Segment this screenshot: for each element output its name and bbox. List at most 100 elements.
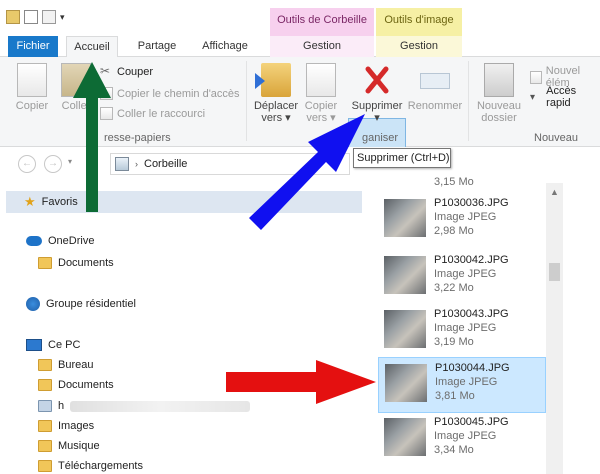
file-name: P1030044.JPG bbox=[435, 362, 510, 374]
delete-button[interactable]: Supprimer ▾ bbox=[348, 63, 406, 124]
navigation-pane: ★ Favoris OneDrive Documents Groupe rési… bbox=[0, 183, 364, 474]
new-folder-icon[interactable] bbox=[42, 10, 56, 24]
back-button[interactable]: ← bbox=[18, 155, 36, 173]
file-name: P1030036.JPG bbox=[434, 197, 509, 209]
breadcrumb-location[interactable]: Corbeille bbox=[144, 158, 187, 170]
sidebar-item-label: h bbox=[58, 400, 65, 412]
new-folder-label-2: dossier bbox=[481, 112, 517, 124]
sidebar-item-this-pc[interactable]: Ce PC bbox=[26, 339, 80, 351]
paste-shortcut-icon bbox=[100, 107, 113, 120]
forward-arrow-icon: → bbox=[48, 158, 58, 169]
paste-button[interactable]: Coller bbox=[56, 63, 96, 112]
file-row[interactable]: P1030043.JPG Image JPEG 3,19 Mo bbox=[378, 304, 546, 360]
ribbon-separator bbox=[246, 61, 247, 141]
file-name: P1030045.JPG bbox=[434, 416, 509, 428]
folder-icon bbox=[38, 420, 52, 432]
paste-shortcut-button[interactable]: Coller le raccourci bbox=[100, 107, 205, 120]
file-type: Image JPEG bbox=[435, 376, 498, 388]
sidebar-item-user-folder[interactable]: h bbox=[38, 400, 251, 412]
delete-x-icon bbox=[365, 66, 389, 94]
copy-label: Copier bbox=[15, 100, 49, 112]
folder-icon bbox=[38, 379, 52, 391]
sidebar-item-favorites[interactable]: ★ Favoris bbox=[6, 191, 362, 213]
tab-home[interactable]: Accueil bbox=[66, 36, 118, 58]
sidebar-item-label: Documents bbox=[58, 379, 114, 391]
sidebar-item-onedrive[interactable]: OneDrive bbox=[26, 235, 94, 247]
move-to-button[interactable]: Déplacer vers ▾ bbox=[252, 63, 300, 124]
move-to-dropdown-icon: ▾ bbox=[285, 112, 291, 124]
cut-button[interactable]: ✂ Couper bbox=[100, 65, 153, 78]
copy-to-button[interactable]: Copier vers ▾ bbox=[300, 63, 342, 124]
scrollbar-thumb[interactable] bbox=[549, 263, 560, 281]
tab-file[interactable]: Fichier bbox=[8, 36, 58, 57]
move-to-label-2: vers bbox=[261, 112, 283, 124]
rename-button[interactable]: Renommer bbox=[406, 63, 464, 112]
copy-path-label: Copier le chemin d'accès bbox=[117, 87, 240, 100]
easy-access-label: Accès rapid bbox=[546, 85, 577, 109]
image-thumbnail bbox=[385, 364, 427, 402]
scroll-up-arrow-icon[interactable]: ▲ bbox=[550, 187, 559, 197]
cut-label: Couper bbox=[117, 65, 154, 78]
file-row-selected[interactable]: P1030044.JPG Image JPEG 3,81 Mo bbox=[378, 357, 546, 413]
organize-group-label: ganiser bbox=[362, 132, 399, 144]
recycle-bin-icon bbox=[115, 157, 129, 171]
new-folder-button[interactable]: Nouveau dossier bbox=[474, 63, 524, 124]
sidebar-item-onedrive-documents[interactable]: Documents bbox=[38, 257, 114, 269]
file-row[interactable]: P1030045.JPG Image JPEG 3,34 Mo bbox=[378, 412, 546, 468]
vertical-scrollbar[interactable]: ▲ bbox=[546, 183, 563, 474]
file-type: Image JPEG bbox=[434, 211, 497, 223]
address-bar[interactable]: › Corbeille bbox=[110, 153, 350, 175]
sidebar-item-label: Documents bbox=[58, 257, 114, 269]
recent-locations-chevron-icon[interactable]: ▾ bbox=[68, 157, 72, 166]
tab-view[interactable]: Affichage bbox=[192, 36, 258, 57]
move-to-label-1: Déplacer bbox=[253, 100, 299, 112]
file-size: 3,81 Mo bbox=[435, 390, 475, 402]
tab-manage-recycle-bin[interactable]: Gestion bbox=[270, 36, 374, 57]
file-type: Image JPEG bbox=[434, 430, 497, 442]
delete-dropdown-icon: ▾ bbox=[374, 112, 380, 124]
easy-access-button[interactable]: ▾ Accès rapid bbox=[530, 85, 600, 109]
file-size: 3,34 Mo bbox=[434, 444, 474, 456]
sidebar-item-desktop[interactable]: Bureau bbox=[38, 359, 93, 371]
quick-access-toolbar: ▾ bbox=[6, 10, 68, 24]
tab-manage-image[interactable]: Gestion bbox=[376, 36, 462, 57]
sidebar-item-label: Ce PC bbox=[48, 339, 81, 351]
move-to-icon bbox=[255, 63, 291, 97]
navigation-bar: ← → ▾ ↑ › Corbeille bbox=[0, 147, 600, 183]
sidebar-item-label: OneDrive bbox=[48, 235, 95, 247]
clipboard-group-label: resse-papiers bbox=[104, 132, 171, 144]
back-arrow-icon: ← bbox=[22, 158, 32, 169]
contextual-header-recycle-bin-tools: Outils de Corbeille bbox=[270, 8, 374, 36]
copy-path-button[interactable]: Copier le chemin d'accès bbox=[100, 87, 240, 100]
tab-share[interactable]: Partage bbox=[128, 36, 186, 57]
properties-icon[interactable] bbox=[6, 10, 20, 24]
folder-icon bbox=[38, 440, 52, 452]
sidebar-item-label: Téléchargements bbox=[58, 460, 143, 472]
computer-icon bbox=[26, 339, 42, 351]
file-size: 3,19 Mo bbox=[434, 336, 474, 348]
redacted-folder-name bbox=[70, 400, 251, 412]
customize-toolbar-chevron-icon[interactable]: ▾ bbox=[60, 13, 68, 22]
sidebar-item-homegroup[interactable]: Groupe résidentiel bbox=[26, 297, 136, 311]
folder-icon bbox=[38, 257, 52, 269]
file-row[interactable]: P1030036.JPG Image JPEG 2,98 Mo bbox=[378, 193, 546, 249]
star-icon: ★ bbox=[24, 194, 36, 209]
up-arrow-icon[interactable]: ↑ bbox=[84, 153, 92, 170]
file-type: Image JPEG bbox=[434, 268, 497, 280]
sidebar-item-pictures[interactable]: Images bbox=[38, 420, 94, 432]
new-item-icon bbox=[530, 70, 542, 84]
file-size-fragment: 3,15 Mo bbox=[434, 176, 474, 188]
copy-button[interactable]: Copier bbox=[10, 63, 54, 112]
paste-shortcut-label: Coller le raccourci bbox=[117, 107, 206, 120]
sidebar-item-music[interactable]: Musique bbox=[38, 440, 100, 452]
network-folder-icon bbox=[38, 400, 52, 412]
sidebar-item-downloads[interactable]: Téléchargements bbox=[38, 460, 143, 472]
folder-icon bbox=[38, 359, 52, 371]
delete-tooltip: Supprimer (Ctrl+D) bbox=[353, 148, 451, 168]
file-row[interactable]: P1030042.JPG Image JPEG 3,22 Mo bbox=[378, 250, 546, 306]
sidebar-item-documents[interactable]: Documents bbox=[38, 379, 114, 391]
rename-icon bbox=[420, 73, 450, 89]
forward-button[interactable]: → bbox=[44, 155, 62, 173]
new-document-icon[interactable] bbox=[24, 10, 38, 24]
sidebar-item-label: Images bbox=[58, 420, 95, 432]
